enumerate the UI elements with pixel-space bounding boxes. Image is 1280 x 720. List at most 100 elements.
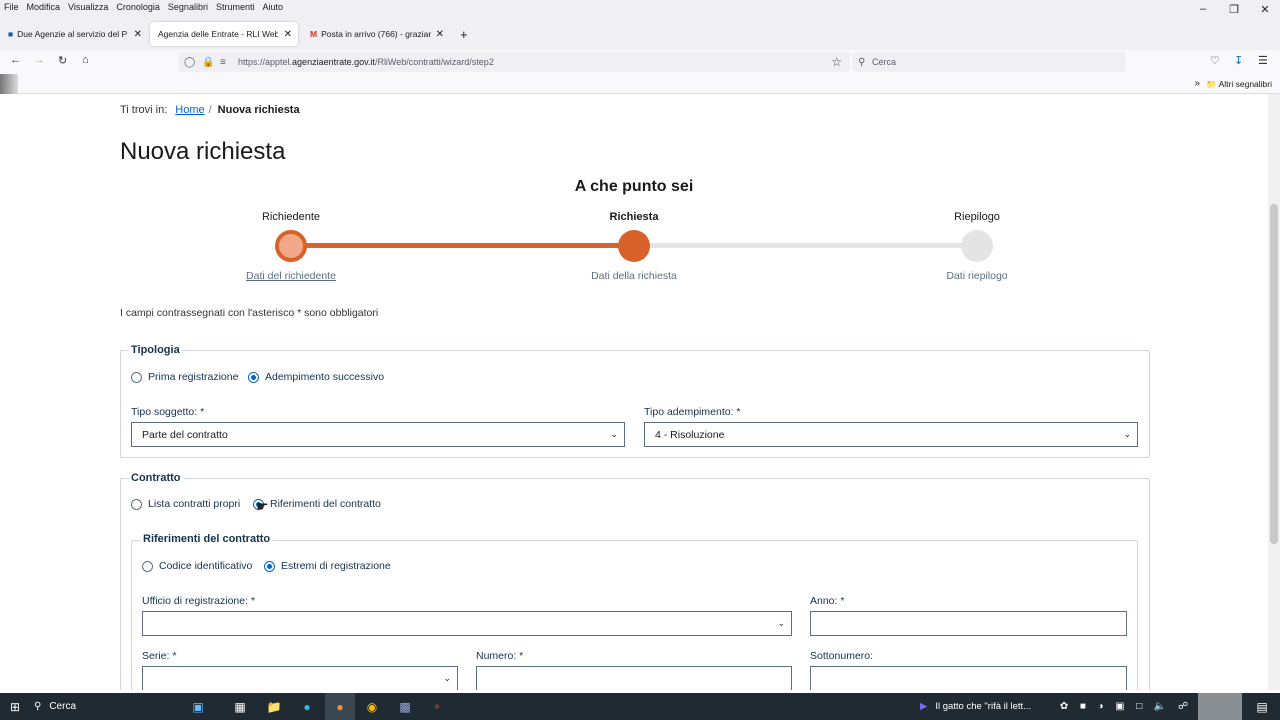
- sottonumero-input[interactable]: [810, 666, 1127, 690]
- tipo-soggetto-select[interactable]: Parte del contratto ⌄: [131, 422, 625, 447]
- step-label-richiesta: Richiesta: [609, 211, 659, 223]
- tab-rli-web[interactable]: Agenzia delle Entrate - RLI Web - W ✕: [150, 22, 298, 46]
- file-explorer-icon[interactable]: 📁: [262, 693, 286, 720]
- chevron-right-icon[interactable]: »: [1194, 78, 1200, 89]
- tab-gmail[interactable]: M Posta in arrivo (766) - graziano.a ✕: [302, 22, 450, 46]
- lock-icon[interactable]: 🔒: [202, 57, 214, 68]
- step-sub-richiesta: Dati della richiesta: [591, 270, 677, 282]
- permissions-icon[interactable]: ≡: [220, 57, 226, 68]
- radio-circle[interactable]: [131, 371, 142, 383]
- contratto-legend: Contratto: [129, 472, 183, 484]
- url-path: /RliWeb/contratti/wizard/step2: [374, 57, 494, 67]
- firefox-icon[interactable]: ●: [325, 693, 355, 720]
- serie-label: Serie: *: [142, 650, 177, 662]
- radio-estremi-registrazione[interactable]: Estremi di registrazione: [264, 560, 391, 572]
- step-circle-richiesta: [618, 230, 650, 262]
- radio-prima-registrazione[interactable]: Prima registrazione: [131, 371, 238, 383]
- breadcrumb-current: Nuova richiesta: [217, 104, 300, 116]
- speaker-icon[interactable]: 🔈: [1154, 701, 1166, 712]
- widget-icon[interactable]: ▣: [180, 693, 216, 720]
- taskbar-notification[interactable]: ▶ Il gatto che "rifà il lett...: [920, 693, 1050, 720]
- tab-close-icon[interactable]: ✕: [134, 29, 142, 40]
- step-circle-richiedente[interactable]: [275, 230, 307, 262]
- tab-close-icon[interactable]: ✕: [284, 29, 292, 40]
- taskbar-search[interactable]: ⚲ Cerca: [34, 693, 174, 720]
- folder-icon: 📁: [1206, 79, 1217, 89]
- step-label-richiedente: Richiedente: [261, 211, 321, 223]
- chevron-down-icon: ⌄: [443, 673, 451, 683]
- search-icon: ⚲: [858, 56, 866, 68]
- other-bookmarks[interactable]: 📁 Altri segnalibri: [1206, 79, 1272, 90]
- back-icon[interactable]: ←: [10, 54, 21, 66]
- tray-app-icon[interactable]: ▣: [1115, 701, 1124, 712]
- forward-icon[interactable]: →: [34, 54, 45, 66]
- tray-app-icon[interactable]: ✿: [1060, 701, 1068, 712]
- url-bar[interactable]: ◯ 🔒 ≡ https://apptel. agenziaentrate.gov.…: [178, 52, 850, 72]
- tipo-adempimento-select[interactable]: 4 - Risoluzione ⌄: [644, 422, 1138, 447]
- radio-lista-contratti[interactable]: Lista contratti propri: [131, 498, 240, 510]
- tray-app-icon[interactable]: ■: [1080, 701, 1086, 712]
- anno-input[interactable]: [810, 611, 1127, 636]
- radio-circle[interactable]: [131, 498, 142, 510]
- serie-select[interactable]: ⌄: [142, 666, 458, 690]
- menu-aiuto[interactable]: Aiuto: [262, 2, 283, 12]
- clock-area[interactable]: [1198, 693, 1242, 720]
- home-icon[interactable]: ⌂: [82, 54, 89, 66]
- notification-center-icon[interactable]: ▤: [1250, 693, 1274, 720]
- radio-circle-selected[interactable]: [264, 560, 275, 572]
- tipologia-legend: Tipologia: [129, 344, 182, 356]
- breadcrumb: Ti trovi in: Home / Nuova richiesta: [120, 104, 300, 116]
- menu-visualizza[interactable]: Visualizza: [68, 2, 108, 12]
- menu-segnalibri[interactable]: Segnalibri: [168, 2, 208, 12]
- search-icon: ⚲: [34, 701, 42, 712]
- shield-icon[interactable]: ◯: [184, 57, 195, 68]
- step-progress-todo: [634, 243, 977, 248]
- chevron-down-icon: ⌄: [610, 429, 618, 439]
- new-tab-icon[interactable]: +: [452, 22, 476, 46]
- app-menu-icon[interactable]: ☰: [1258, 54, 1268, 67]
- media-icon: ▶: [920, 701, 928, 712]
- page-title: Nuova richiesta: [120, 138, 286, 165]
- tab-favicon-icon: ■: [8, 29, 14, 39]
- menu-cronologia[interactable]: Cronologia: [116, 2, 160, 12]
- chevron-down-icon: ⌄: [1123, 429, 1131, 439]
- chrome-icon[interactable]: ◉: [360, 693, 384, 720]
- ufficio-label: Ufficio di registrazione: *: [142, 595, 256, 607]
- riferimenti-legend: Riferimenti del contratto: [141, 533, 273, 545]
- radio-riferimenti-contratto[interactable]: Riferimenti del contratto: [253, 498, 381, 510]
- breadcrumb-home-link[interactable]: Home: [175, 104, 204, 116]
- search-input[interactable]: ⚲ Cerca: [852, 52, 1126, 72]
- edge-icon[interactable]: ●: [295, 693, 319, 720]
- pocket-icon[interactable]: ♡: [1210, 54, 1220, 67]
- reload-icon[interactable]: ↻: [58, 54, 67, 67]
- required-note: I campi contrassegnati con l'asterisco *…: [120, 307, 379, 319]
- app-window-icon[interactable]: ▩: [393, 693, 417, 720]
- menu-strumenti[interactable]: Strumenti: [216, 2, 255, 12]
- radio-adempimento-successivo[interactable]: Adempimento successivo: [248, 371, 384, 383]
- download-icon[interactable]: ↧: [1234, 54, 1243, 67]
- radio-codice-identificativo[interactable]: Codice identificativo: [142, 560, 252, 572]
- tab-close-icon[interactable]: ✕: [436, 29, 444, 40]
- scrollbar-thumb[interactable]: [1270, 204, 1278, 544]
- step-link-richiedente[interactable]: Dati del richiedente: [246, 270, 336, 282]
- menu-modifica[interactable]: Modifica: [27, 2, 61, 12]
- ufficio-select[interactable]: ⌄: [142, 611, 792, 636]
- windows-start-icon[interactable]: ⊞: [0, 693, 30, 720]
- step-circle-riepilogo: [961, 230, 993, 262]
- page-scrollbar[interactable]: [1268, 94, 1280, 690]
- radio-circle[interactable]: [142, 560, 153, 572]
- network-icon[interactable]: ☍: [1178, 701, 1188, 712]
- radio-circle-selected[interactable]: [248, 371, 259, 383]
- menu-file[interactable]: File: [4, 2, 19, 12]
- tab-agenzie[interactable]: ■ Due Agenzie al servizio del Paese ✕: [0, 22, 148, 46]
- bookmark-star-icon[interactable]: ☆: [831, 55, 842, 69]
- mouse-cursor-icon: ☛: [256, 498, 269, 514]
- tray-app-icon[interactable]: ◑: [1098, 701, 1104, 712]
- system-tray[interactable]: ✿ ■ ◑ ▣ □ 🔈 ☍: [1054, 693, 1194, 720]
- task-view-icon[interactable]: ▦: [228, 693, 252, 720]
- numero-input[interactable]: [476, 666, 792, 690]
- app-circle-icon[interactable]: ⚬: [425, 693, 449, 720]
- tray-app-icon[interactable]: □: [1136, 701, 1142, 712]
- gmail-icon: M: [310, 29, 318, 39]
- menu-bar: File Modifica Visualizza Cronologia Segn…: [0, 0, 1280, 14]
